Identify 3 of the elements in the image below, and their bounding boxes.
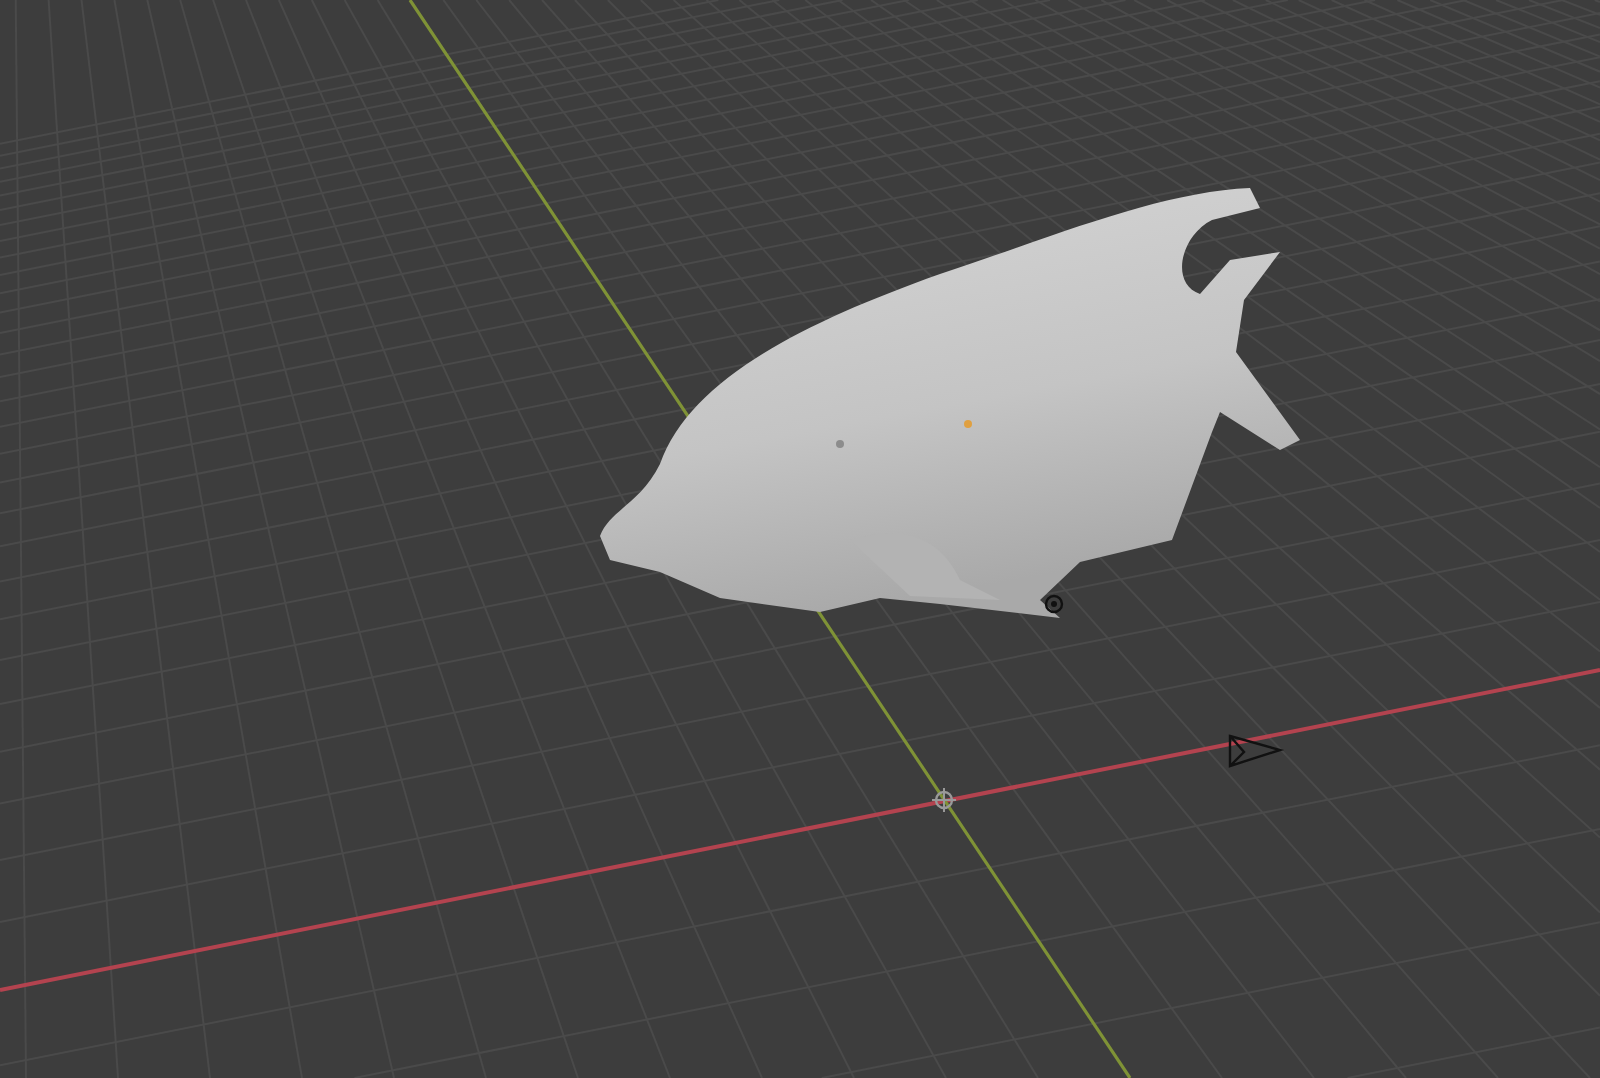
camera-icon[interactable]: [1228, 734, 1285, 768]
light-icon[interactable]: [1044, 594, 1064, 614]
origin-icon: [931, 787, 957, 813]
